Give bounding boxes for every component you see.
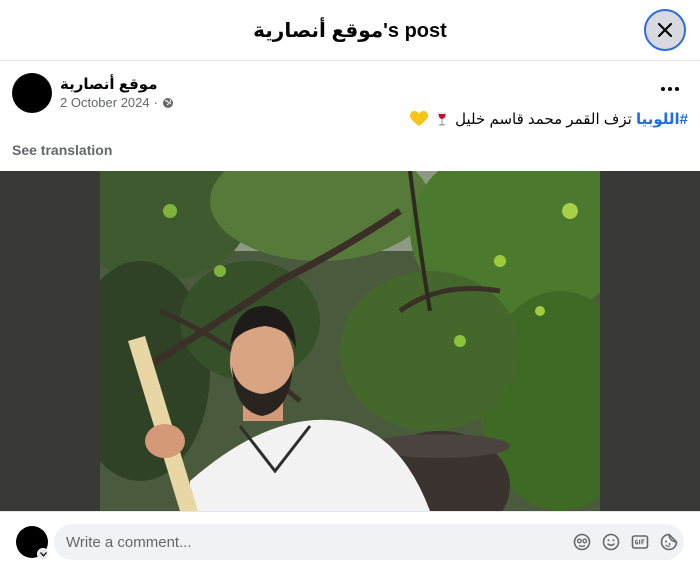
close-button[interactable] [644, 9, 686, 51]
comment-tools [572, 532, 679, 552]
sticker-button[interactable] [659, 532, 679, 552]
more-dot [661, 87, 665, 91]
more-dot [668, 87, 672, 91]
meta-separator: · [153, 95, 158, 110]
chevron-down-icon [39, 551, 47, 557]
post-meta: 2 October 2024 · [60, 95, 174, 110]
more-dot [675, 87, 679, 91]
gif-button[interactable] [630, 532, 650, 552]
globe-icon [162, 97, 173, 108]
comment-bar [0, 511, 700, 577]
sticker-icon [660, 533, 678, 551]
post-body-text: تزف القمر محمد قاسم خليل [455, 111, 636, 128]
avatar-chevron-badge[interactable] [37, 548, 49, 560]
more-options-button[interactable] [652, 77, 688, 101]
emoji-button[interactable] [601, 532, 621, 552]
avatar-sticker-icon [573, 533, 591, 551]
yellow-heart-icon [409, 111, 428, 126]
photo-image [100, 171, 600, 511]
author-avatar[interactable] [12, 73, 52, 113]
author-name[interactable]: موقع أنصارية [60, 75, 157, 93]
wine-glass-icon [438, 112, 446, 126]
post-photo[interactable] [100, 171, 600, 511]
see-translation-link[interactable]: See translation [12, 142, 112, 158]
post-media[interactable] [0, 171, 700, 511]
dialog-title: موقع أنصارية's post [253, 20, 447, 42]
gif-icon [631, 535, 649, 549]
dialog-header: موقع أنصارية's post [0, 0, 700, 61]
smiley-icon [602, 533, 620, 551]
avatar-sticker-button[interactable] [572, 532, 592, 552]
post-date[interactable]: 2 October 2024 [60, 95, 150, 110]
hashtag-link[interactable]: #اللوبيا [636, 111, 688, 128]
close-icon [657, 22, 673, 38]
post-text: #اللوبيا تزف القمر محمد قاسم خليل [409, 110, 688, 128]
